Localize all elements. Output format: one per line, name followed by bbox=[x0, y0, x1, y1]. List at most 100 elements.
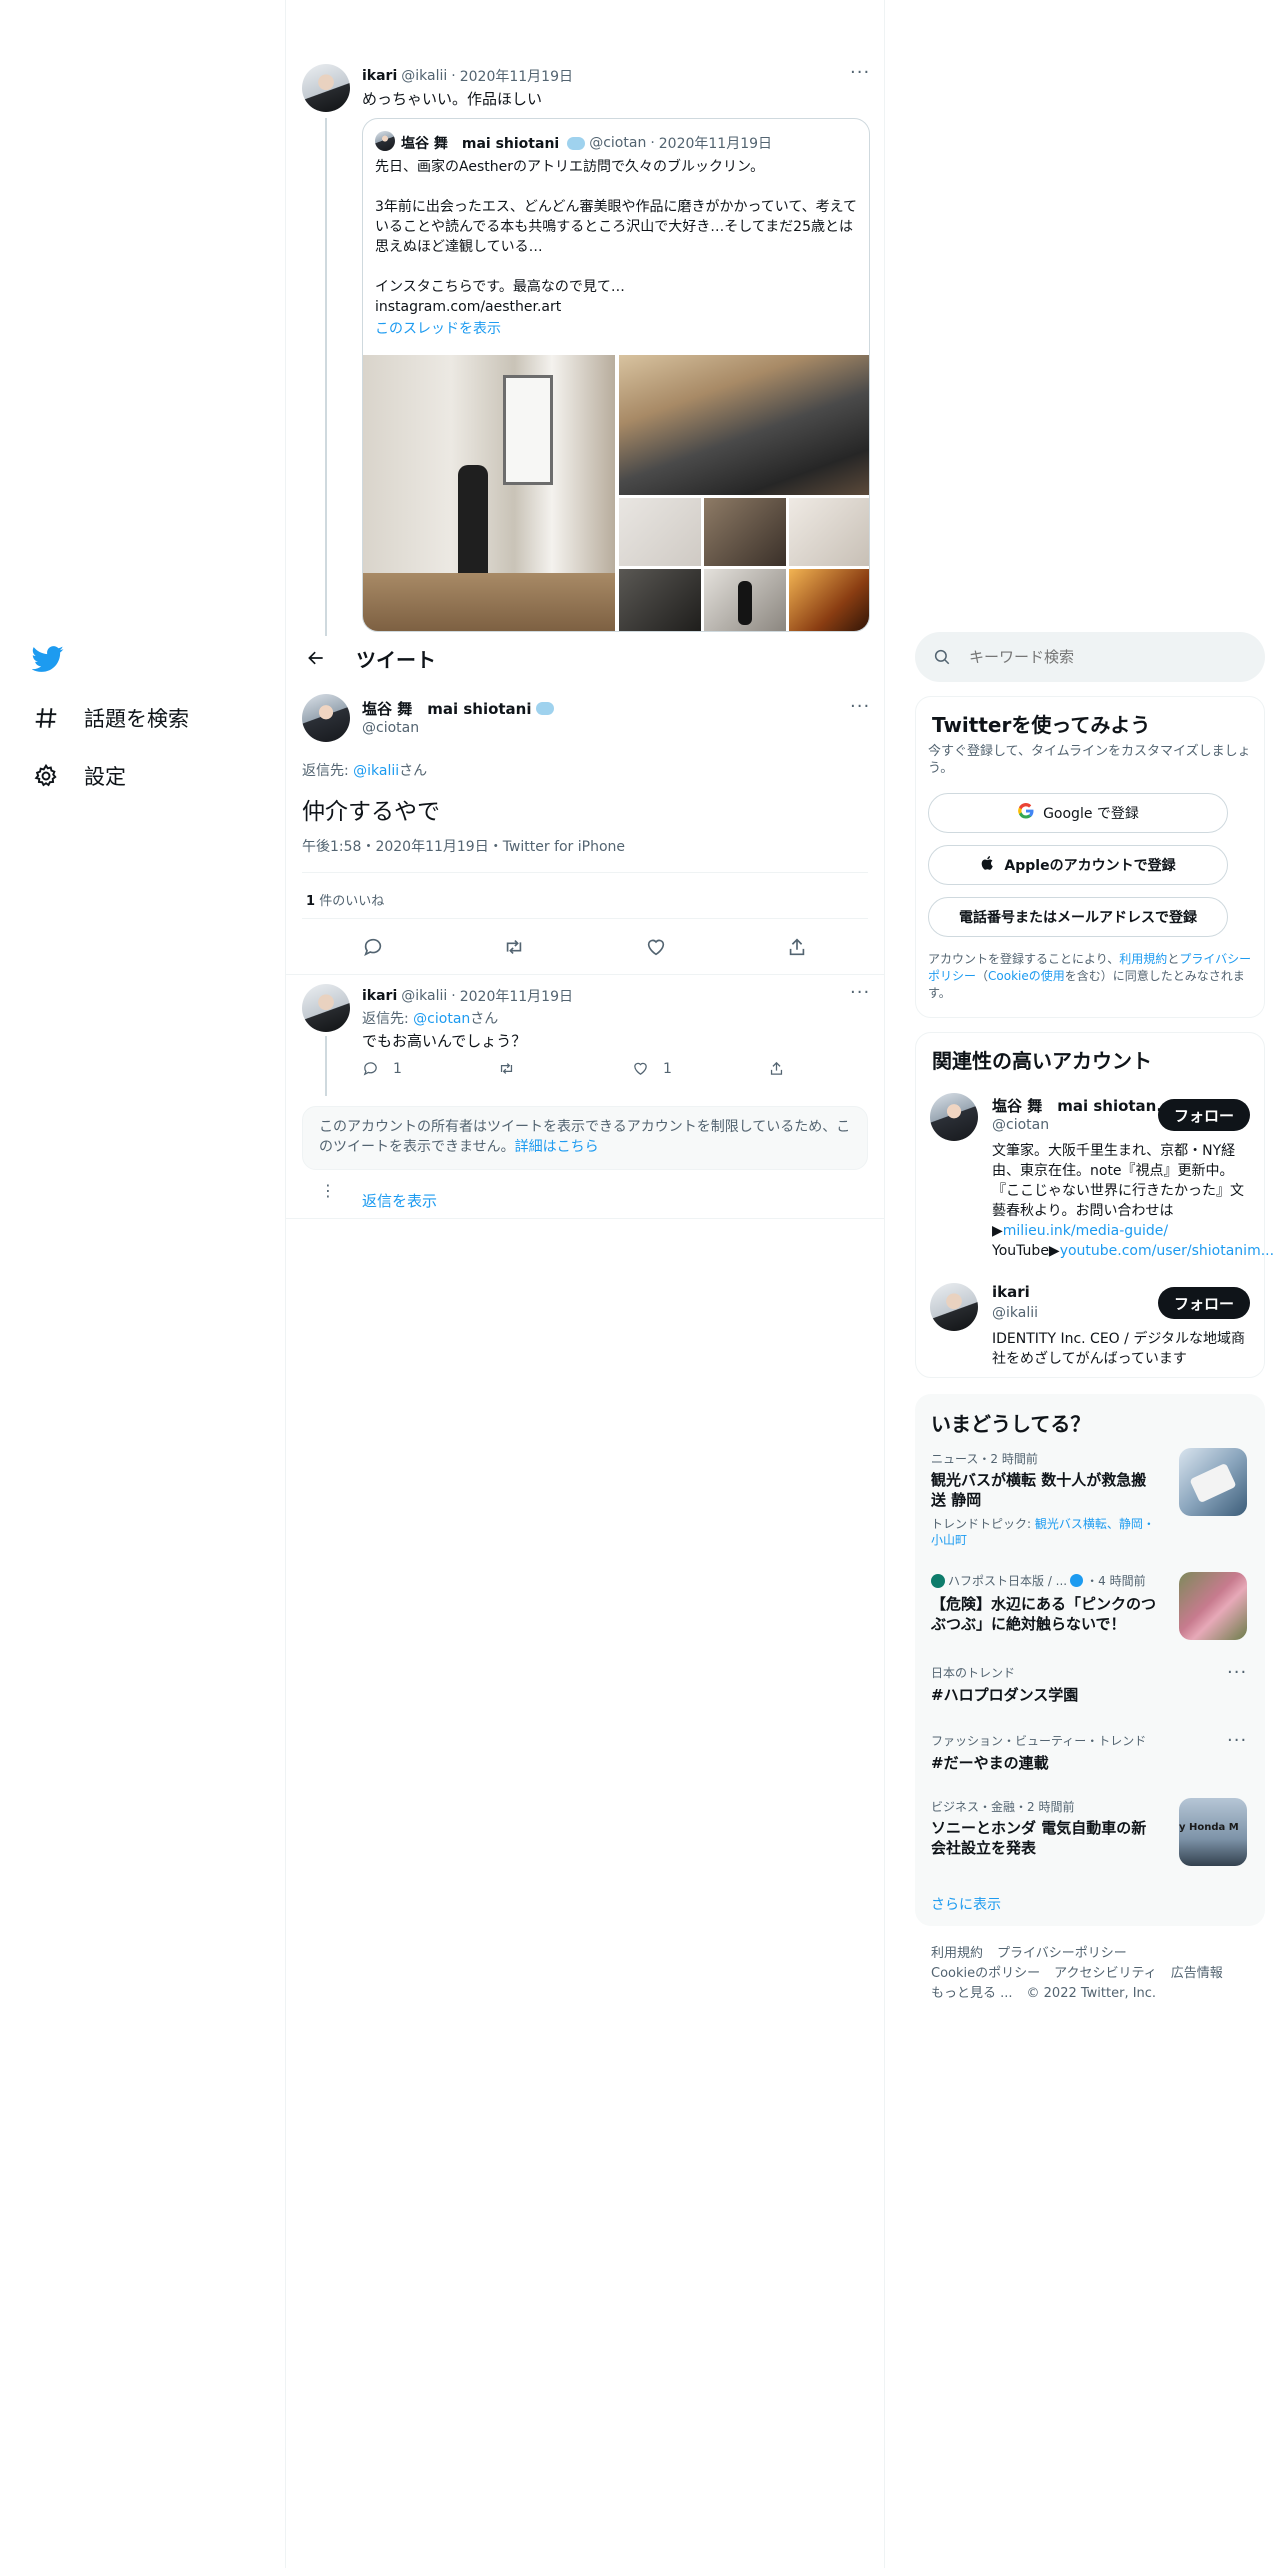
bio-link[interactable]: youtube.com/user/shiotanim... bbox=[1060, 1243, 1274, 1259]
more-icon[interactable]: ··· bbox=[850, 62, 870, 83]
reply-context: 返信先: @ikaliiさん bbox=[302, 763, 428, 779]
reply-icon[interactable] bbox=[362, 936, 384, 962]
avatar[interactable] bbox=[302, 64, 350, 112]
trend-item[interactable]: ニュース・2 時間前 観光バスが横転 数十人が救急搬送 静岡 トレンドトピック:… bbox=[915, 1444, 1265, 1552]
phone-signup-label: 電話番号またはメールアドレスで登録 bbox=[959, 910, 1197, 926]
account-name[interactable]: ikari bbox=[992, 1283, 1030, 1301]
like-button[interactable]: 1 bbox=[632, 1060, 672, 1077]
divider bbox=[302, 872, 868, 873]
reply-to-link[interactable]: @ikalii bbox=[353, 763, 399, 779]
main-tweet-author[interactable]: 塩谷 舞 mai shiotani bbox=[362, 698, 554, 719]
bio-link[interactable]: milieu.ink/media-guide/ bbox=[1003, 1223, 1168, 1239]
share-icon bbox=[770, 1061, 783, 1075]
author-handle[interactable]: @ikalii bbox=[401, 68, 447, 84]
tweet-meta[interactable]: 午後1:58・2020年11月19日・Twitter for iPhone bbox=[302, 836, 625, 856]
reply-to-link[interactable]: @ciotan bbox=[413, 1011, 470, 1027]
twitter-logo-icon[interactable] bbox=[31, 643, 64, 675]
google-signup-button[interactable]: Google で登録 bbox=[928, 793, 1228, 833]
footer: 利用規約 プライバシーポリシー Cookieのポリシー アクセシビリティ 広告情… bbox=[931, 1944, 1251, 2004]
quote-link[interactable]: instagram.com/aesther.art bbox=[375, 297, 859, 317]
account-handle[interactable]: @ikalii bbox=[992, 1305, 1038, 1321]
nav-settings[interactable]: 設定 bbox=[32, 756, 126, 796]
avatar[interactable] bbox=[930, 1283, 978, 1331]
footer-link[interactable]: アクセシビリティ bbox=[1054, 1964, 1157, 1984]
photo-thumb[interactable] bbox=[619, 569, 701, 631]
trend-item[interactable]: ビジネス・金融・2 時間前 ソニーとホンダ 電気自動車の新会社設立を発表 y H… bbox=[915, 1794, 1265, 1874]
trend-item[interactable]: ハフポスト日本版 / ... ・4 時間前 【危険】水辺にある「ピンクのつぶつぶ… bbox=[915, 1568, 1265, 1648]
share-icon[interactable] bbox=[786, 936, 808, 962]
trend-image bbox=[1179, 1572, 1247, 1640]
trend-image bbox=[1179, 1448, 1247, 1516]
show-more-link[interactable]: さらに表示 bbox=[931, 1894, 1001, 1914]
tweet-header: ikari @ikalii · 2020年11月19日 bbox=[362, 986, 573, 1006]
avatar[interactable] bbox=[302, 984, 350, 1032]
footer-link[interactable]: 利用規約 bbox=[931, 1944, 983, 1964]
tweet-date[interactable]: 2020年11月19日 bbox=[460, 66, 573, 86]
photo-thumb[interactable] bbox=[704, 498, 786, 566]
trend-item[interactable]: ファッション・ビューティー・トレンド #だーやまの連載 ··· bbox=[915, 1730, 1265, 1780]
avatar[interactable] bbox=[930, 1093, 978, 1141]
trend-meta: ファッション・ビューティー・トレンド bbox=[931, 1734, 1147, 1748]
footer-link[interactable]: 広告情報 bbox=[1171, 1964, 1223, 1984]
tweet-text: でもお高いんでしょう？ bbox=[362, 1032, 527, 1050]
retweet-icon bbox=[500, 1063, 513, 1074]
quote-date: 2020年11月19日 bbox=[658, 136, 773, 152]
quoted-tweet[interactable]: 塩谷 舞 mai shiotani @ciotan · 2020年11月19日 … bbox=[362, 118, 870, 632]
avatar[interactable] bbox=[302, 694, 350, 742]
divider bbox=[286, 974, 884, 975]
more-icon[interactable]: ··· bbox=[1227, 1730, 1247, 1751]
account-name[interactable]: 塩谷 舞 mai shiotan... bbox=[992, 1095, 1173, 1116]
footer-link[interactable]: Cookieのポリシー bbox=[931, 1964, 1040, 1984]
photo-painting[interactable] bbox=[619, 355, 869, 495]
footer-link[interactable]: もっと見る ... bbox=[931, 1984, 1013, 2004]
photo-thumb[interactable] bbox=[789, 569, 869, 631]
account-handle[interactable]: @ciotan bbox=[992, 1117, 1049, 1133]
back-arrow-icon[interactable] bbox=[302, 644, 330, 672]
tweet-date[interactable]: 2020年11月19日 bbox=[460, 986, 573, 1006]
quote-media-grid[interactable] bbox=[363, 355, 869, 631]
trend-image: y Honda M bbox=[1179, 1798, 1247, 1866]
publisher-logo-icon bbox=[931, 1573, 945, 1588]
search-input[interactable] bbox=[969, 648, 1229, 666]
like-icon[interactable] bbox=[645, 936, 667, 962]
retweet-icon[interactable] bbox=[503, 936, 525, 962]
trends-card: いまどうしてる？ ニュース・2 時間前 観光バスが横転 数十人が救急搬送 静岡 … bbox=[915, 1394, 1265, 1926]
terms-link[interactable]: 利用規約 bbox=[1119, 952, 1167, 966]
retweet-button[interactable] bbox=[498, 1060, 515, 1077]
phone-signup-button[interactable]: 電話番号またはメールアドレスで登録 bbox=[928, 897, 1228, 937]
search-box[interactable] bbox=[915, 632, 1265, 682]
show-replies-link[interactable]: 返信を表示 bbox=[362, 1190, 437, 1211]
more-icon[interactable]: ··· bbox=[850, 696, 870, 717]
follow-button[interactable]: フォロー bbox=[1158, 1287, 1250, 1319]
author-name[interactable]: 塩谷 舞 mai shiotani bbox=[362, 698, 532, 719]
relevant-accounts-card: 関連性の高いアカウント 塩谷 舞 mai shiotan... @ciotan … bbox=[915, 1032, 1274, 1378]
follow-button[interactable]: フォロー bbox=[1158, 1099, 1250, 1131]
more-icon[interactable]: ··· bbox=[1227, 1662, 1247, 1683]
nav-explore[interactable]: 話題を検索 bbox=[32, 698, 189, 738]
quote-text: 先日、画家のAestherのアトリエ訪問で久々のブルックリン。 3年前に出会った… bbox=[375, 157, 859, 339]
author-name[interactable]: ikari bbox=[362, 988, 397, 1004]
photo-thumb[interactable] bbox=[619, 498, 701, 566]
likes-stat[interactable]: 1 件のいいね bbox=[306, 890, 384, 909]
trend-item[interactable]: 日本のトレンド #ハロプロダンス学園 ··· bbox=[915, 1662, 1265, 1712]
apple-signup-button[interactable]: Appleのアカウントで登録 bbox=[928, 845, 1228, 885]
photo-thumb[interactable] bbox=[789, 498, 869, 566]
author-handle[interactable]: @ikalii bbox=[401, 988, 447, 1004]
right-sidebar: Twitterを使ってみよう 今すぐ登録して、タイムラインをカスタマイズしましょ… bbox=[915, 0, 1274, 2568]
photo-thumb[interactable] bbox=[704, 569, 786, 631]
show-thread-link[interactable]: このスレッドを表示 bbox=[375, 319, 859, 339]
author-handle[interactable]: @ciotan bbox=[362, 720, 419, 736]
copyright: © 2022 Twitter, Inc. bbox=[1026, 1986, 1157, 2001]
reply-button[interactable]: 1 bbox=[362, 1060, 402, 1077]
nav-explore-label: 話題を検索 bbox=[84, 707, 189, 731]
google-icon bbox=[1017, 802, 1035, 824]
cookie-link[interactable]: Cookieの使用 bbox=[988, 969, 1065, 983]
footer-link[interactable]: プライバシーポリシー bbox=[997, 1944, 1127, 1964]
learn-more-link[interactable]: 詳細はこちら bbox=[515, 1139, 599, 1155]
apple-signup-label: Appleのアカウントで登録 bbox=[1004, 858, 1176, 874]
search-icon bbox=[933, 648, 951, 666]
share-button[interactable] bbox=[768, 1060, 785, 1077]
photo-studio[interactable] bbox=[363, 355, 615, 631]
more-icon[interactable]: ··· bbox=[850, 982, 870, 1003]
author-name[interactable]: ikari bbox=[362, 68, 397, 84]
